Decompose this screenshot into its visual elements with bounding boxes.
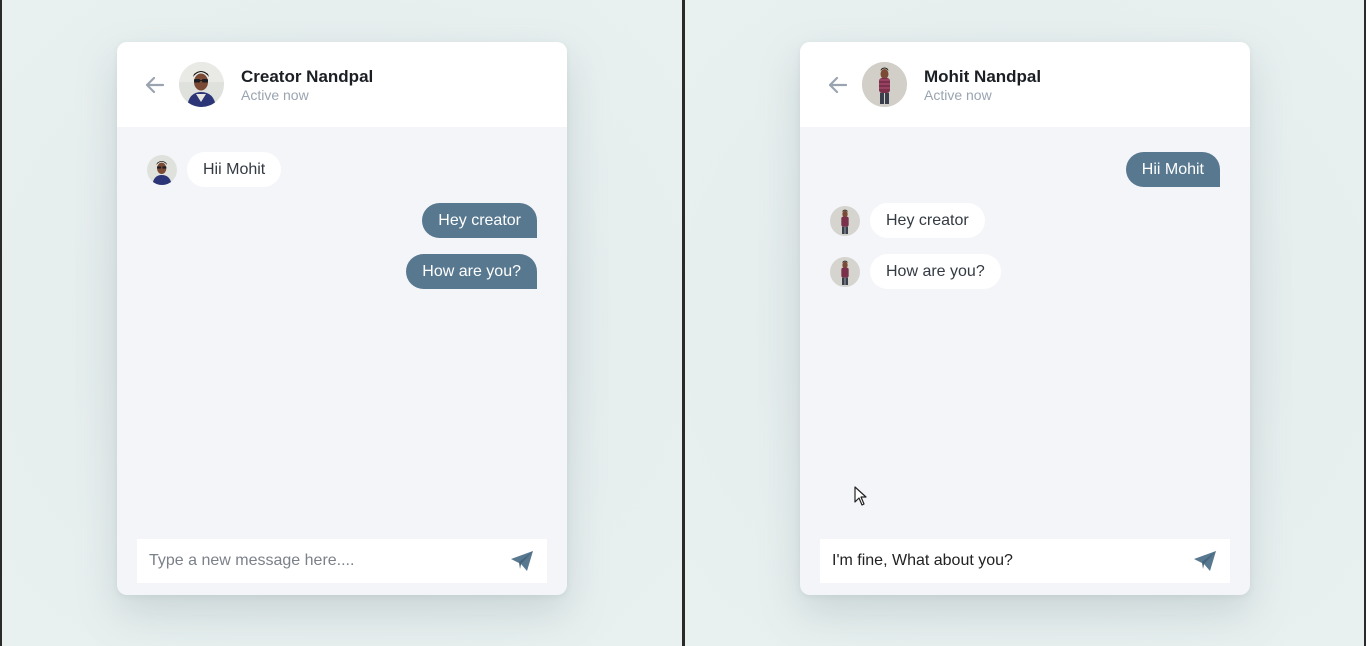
mouse-cursor-icon bbox=[854, 486, 867, 506]
message-row-outgoing: Hii Mohit bbox=[830, 152, 1220, 187]
message-row-incoming: Hii Mohit bbox=[147, 152, 537, 187]
chat-card: Mohit Nandpal Active now Hii Mohit Hey c… bbox=[800, 42, 1250, 595]
message-row-outgoing: Hey creator bbox=[147, 203, 537, 238]
message-row-incoming: How are you? bbox=[830, 254, 1220, 289]
chat-header: Mohit Nandpal Active now bbox=[800, 42, 1250, 127]
paper-plane-icon bbox=[1194, 551, 1216, 571]
message-row-incoming: Hey creator bbox=[830, 203, 1220, 238]
back-button[interactable] bbox=[145, 75, 165, 95]
message-bubble: How are you? bbox=[406, 254, 537, 289]
message-bubble: Hey creator bbox=[422, 203, 537, 238]
arrow-left-icon bbox=[829, 76, 847, 93]
message-bubble: Hii Mohit bbox=[187, 152, 282, 187]
sender-avatar bbox=[830, 205, 860, 236]
message-composer bbox=[137, 539, 547, 583]
back-button[interactable] bbox=[828, 75, 848, 95]
status-text: Active now bbox=[241, 86, 309, 103]
contact-name: Mohit Nandpal bbox=[924, 66, 1042, 86]
left-browser-pane: Creator Nandpal Active now Hii Mohit Hey… bbox=[2, 0, 682, 646]
avatar bbox=[179, 62, 224, 107]
message-bubble: Hey creator bbox=[870, 203, 985, 238]
message-list: Hii Mohit Hey creator How are you? bbox=[800, 127, 1250, 527]
send-button[interactable] bbox=[509, 548, 535, 574]
message-input[interactable] bbox=[832, 552, 1192, 570]
message-bubble: How are you? bbox=[870, 254, 1001, 289]
sender-avatar bbox=[830, 256, 860, 287]
contact-name: Creator Nandpal bbox=[241, 66, 374, 86]
message-row-outgoing: How are you? bbox=[147, 254, 537, 289]
send-button[interactable] bbox=[1192, 548, 1218, 574]
message-input[interactable] bbox=[149, 552, 509, 570]
chat-card: Creator Nandpal Active now Hii Mohit Hey… bbox=[117, 42, 567, 595]
avatar bbox=[862, 62, 907, 107]
message-bubble: Hii Mohit bbox=[1125, 152, 1220, 187]
status-text: Active now bbox=[924, 86, 992, 103]
sender-avatar bbox=[147, 154, 177, 185]
message-list: Hii Mohit Hey creator How are you? bbox=[117, 127, 567, 527]
paper-plane-icon bbox=[511, 551, 533, 571]
chat-header: Creator Nandpal Active now bbox=[117, 42, 567, 127]
message-composer bbox=[820, 539, 1230, 583]
arrow-left-icon bbox=[146, 76, 164, 93]
right-browser-pane: Mohit Nandpal Active now Hii Mohit Hey c… bbox=[685, 0, 1364, 646]
